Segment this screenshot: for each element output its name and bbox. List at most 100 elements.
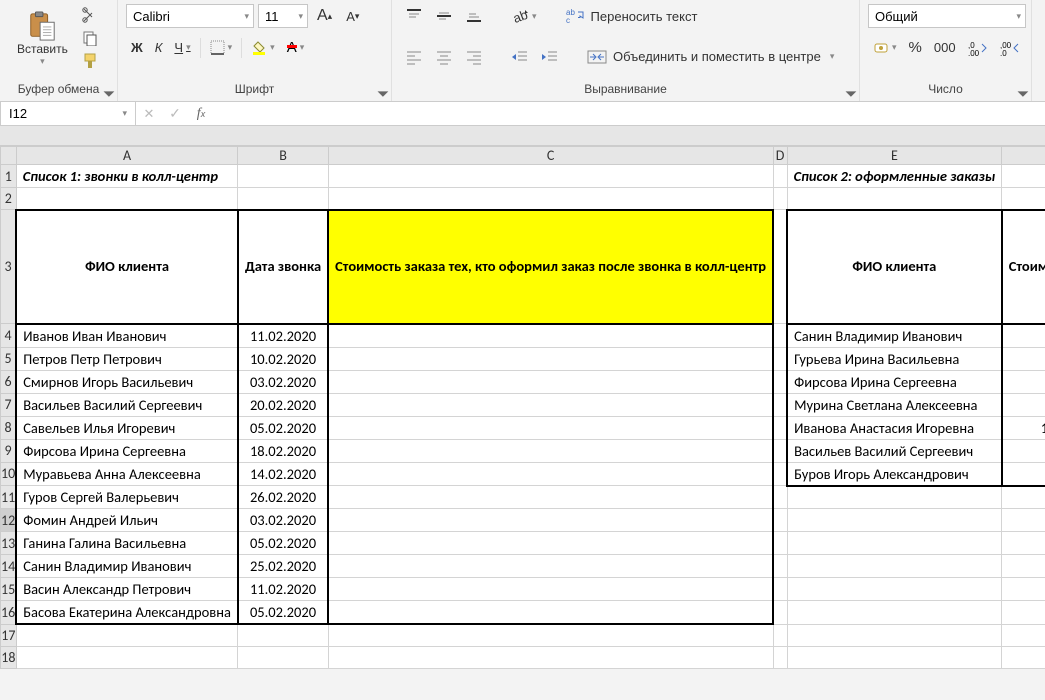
cell[interactable]: Санин Владимир Иванович (787, 324, 1002, 348)
cell[interactable] (773, 601, 787, 625)
fb-cancel[interactable]: ✕ (136, 102, 162, 125)
cell[interactable]: Смирнов Игорь Васильевич (16, 370, 238, 393)
shrink-font-button[interactable]: A▾ (341, 6, 364, 27)
cell[interactable]: 22 000,00 ₽ (1002, 347, 1045, 370)
cell[interactable]: 100 000,00 ₽ (1002, 416, 1045, 439)
underline-button[interactable]: Ч (169, 37, 195, 58)
cell[interactable]: Санин Владимир Иванович (16, 555, 238, 578)
cell[interactable]: Васин Александр Петрович (16, 578, 238, 601)
cell[interactable] (773, 439, 787, 462)
cell[interactable] (773, 509, 787, 532)
cell[interactable] (1002, 165, 1045, 188)
grow-font-button[interactable]: A▴ (312, 4, 337, 28)
cell[interactable] (773, 462, 787, 486)
paste-button[interactable]: Вставить ▾ (8, 5, 77, 72)
cell[interactable] (773, 324, 787, 348)
cell[interactable]: 20.02.2020 (238, 393, 328, 416)
increase-indent-button[interactable] (536, 46, 564, 68)
copy-button[interactable] (77, 27, 103, 49)
cell[interactable] (773, 578, 787, 601)
wrap-text-button[interactable]: abc Переносить текст (560, 4, 703, 28)
cell[interactable] (773, 624, 787, 646)
cell[interactable] (328, 393, 773, 416)
row-header-1[interactable]: 1 (1, 165, 17, 188)
row-header-10[interactable]: 10 (1, 462, 17, 486)
cell[interactable]: 05.02.2020 (238, 532, 328, 555)
cell[interactable]: 10.02.2020 (238, 347, 328, 370)
cell[interactable] (238, 646, 328, 668)
cell[interactable] (787, 509, 1002, 532)
cell[interactable]: 03.02.2020 (238, 370, 328, 393)
cell[interactable]: ФИО клиента (787, 210, 1002, 324)
cell[interactable]: 62 800,00 ₽ (1002, 393, 1045, 416)
cell[interactable]: Дата звонка (238, 210, 328, 324)
cell[interactable]: 25.02.2020 (238, 555, 328, 578)
row-header-9[interactable]: 9 (1, 439, 17, 462)
fb-enter[interactable]: ✓ (162, 102, 188, 125)
orientation-button[interactable]: ab (506, 4, 542, 28)
cell[interactable] (328, 555, 773, 578)
align-middle-button[interactable] (430, 5, 458, 27)
cell[interactable] (773, 393, 787, 416)
formula-input[interactable] (214, 102, 1045, 125)
cell[interactable] (1002, 555, 1045, 578)
cell[interactable]: 05.02.2020 (238, 416, 328, 439)
cell[interactable] (773, 165, 787, 188)
cell[interactable]: 32 500,00 ₽ (1002, 462, 1045, 486)
cell[interactable] (787, 188, 1002, 210)
col-header-E[interactable]: E (787, 147, 1002, 165)
col-header-C[interactable]: C (328, 147, 773, 165)
cell[interactable] (773, 416, 787, 439)
increase-decimal-button[interactable]: ,0,00 (963, 37, 993, 59)
cell[interactable] (328, 462, 773, 486)
cell[interactable] (238, 165, 328, 188)
cell[interactable]: Петров Петр Петрович (16, 347, 238, 370)
cut-button[interactable] (77, 4, 103, 26)
cell[interactable] (328, 601, 773, 625)
format-painter-button[interactable] (77, 50, 103, 72)
cell[interactable] (328, 165, 773, 188)
cell[interactable]: Фирсова Ирина Сергеевна (787, 370, 1002, 393)
italic-button[interactable]: К (150, 37, 168, 58)
cell[interactable]: 15 000,00 ₽ (1002, 324, 1045, 348)
percent-button[interactable]: % (904, 36, 927, 59)
cell[interactable] (773, 532, 787, 555)
borders-button[interactable] (205, 37, 238, 58)
cell[interactable]: Стоимость заказа (1002, 210, 1045, 324)
cell[interactable] (787, 532, 1002, 555)
cell[interactable]: Фомин Андрей Ильич (16, 509, 238, 532)
cell[interactable]: ФИО клиента (16, 210, 238, 324)
fb-fx[interactable]: fx (188, 102, 214, 125)
cell[interactable]: 11.02.2020 (238, 324, 328, 348)
cell[interactable] (1002, 509, 1045, 532)
col-header-F[interactable]: F (1002, 147, 1045, 165)
cell[interactable] (1002, 486, 1045, 509)
cell[interactable]: Мурина Светлана Алексеевна (787, 393, 1002, 416)
fill-color-button[interactable] (246, 37, 280, 59)
cell[interactable]: 18 000,00 ₽ (1002, 370, 1045, 393)
cell[interactable]: Список 1: звонки в колл-центр (16, 165, 238, 188)
row-header-13[interactable]: 13 (1, 532, 17, 555)
row-header-15[interactable]: 15 (1, 578, 17, 601)
cell[interactable] (1002, 601, 1045, 625)
row-header-6[interactable]: 6 (1, 370, 17, 393)
cell[interactable] (328, 416, 773, 439)
cell[interactable] (238, 188, 328, 210)
cell[interactable] (773, 188, 787, 210)
cell[interactable]: 18.02.2020 (238, 439, 328, 462)
cell[interactable] (787, 578, 1002, 601)
cell[interactable] (773, 646, 787, 668)
cell[interactable] (1002, 532, 1045, 555)
cell[interactable]: Фирсова Ирина Сергеевна (16, 439, 238, 462)
cell[interactable] (328, 347, 773, 370)
row-header-11[interactable]: 11 (1, 486, 17, 509)
cell[interactable] (328, 509, 773, 532)
row-header-17[interactable]: 17 (1, 624, 17, 646)
cell[interactable]: Васильев Василий Сергеевич (787, 439, 1002, 462)
cell[interactable] (787, 601, 1002, 625)
font-name-combo[interactable]: Calibri (126, 4, 254, 28)
decrease-decimal-button[interactable]: ,00,0 (995, 37, 1025, 59)
cell[interactable]: Муравьева Анна Алексеевна (16, 462, 238, 486)
cell[interactable] (328, 646, 773, 668)
cell[interactable] (328, 188, 773, 210)
